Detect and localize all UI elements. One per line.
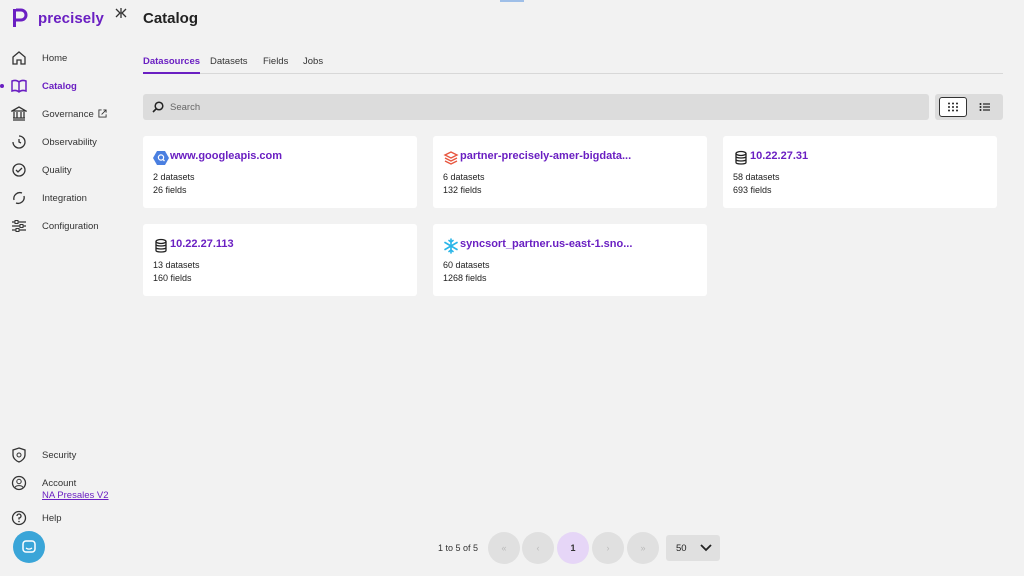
chat-icon <box>22 540 36 553</box>
double-chevron-left-icon: « <box>501 543 507 553</box>
datasource-card[interactable]: 10.22.27.31 58 datasets 693 fields <box>723 136 997 208</box>
next-page-button[interactable]: › <box>592 532 624 564</box>
sidebar-item-label: Security <box>42 449 77 461</box>
help-icon <box>11 510 27 526</box>
snowflake-icon <box>444 238 458 254</box>
bigquery-icon <box>153 151 169 165</box>
sidebar-item-integration[interactable]: Integration <box>0 187 132 209</box>
home-icon <box>12 51 26 65</box>
collapse-sidebar-button[interactable] <box>114 7 128 22</box>
datasource-card[interactable]: 10.22.27.113 13 datasets 160 fields <box>143 224 417 296</box>
book-icon <box>11 79 27 94</box>
sidebar-item-label: Help <box>42 512 62 524</box>
sidebar-item-label: Observability <box>42 136 97 148</box>
databricks-icon <box>443 151 459 165</box>
brand-name: precisely <box>38 9 104 27</box>
dataset-count: 60 datasets <box>443 260 490 270</box>
field-count: 132 fields <box>443 185 482 195</box>
sidebar-item-label: Quality <box>42 164 72 176</box>
collapse-icon <box>115 8 127 18</box>
check-circle-icon <box>12 163 26 177</box>
active-indicator <box>0 84 4 88</box>
tab-jobs[interactable]: Jobs <box>303 56 323 72</box>
bank-icon <box>11 106 27 121</box>
first-page-button[interactable]: « <box>488 532 520 564</box>
tab-datasources[interactable]: Datasources <box>143 56 201 74</box>
tab-fields[interactable]: Fields <box>263 56 288 72</box>
datasource-card[interactable]: partner-precisely-amer-bigdata... 6 data… <box>433 136 707 208</box>
page-size-select[interactable]: 50 <box>666 535 720 561</box>
sidebar-item-security[interactable]: Security <box>0 444 132 466</box>
search-bar <box>143 94 929 120</box>
view-toggle <box>935 94 1003 120</box>
chevron-down-icon <box>700 544 712 552</box>
account-org-link[interactable]: NA Presales V2 <box>42 490 109 501</box>
sidebar-item-label: Integration <box>42 192 87 204</box>
sidebar-item-observability[interactable]: Observability <box>0 131 132 153</box>
grid-icon <box>948 102 958 112</box>
field-count: 1268 fields <box>443 273 487 283</box>
sliders-icon <box>12 220 26 232</box>
external-link-icon <box>98 109 107 119</box>
shield-icon <box>12 447 26 463</box>
sidebar-item-label: Governance <box>42 109 107 120</box>
sidebar-item-quality[interactable]: Quality <box>0 159 132 181</box>
page-size-value: 50 <box>676 542 687 554</box>
top-indicator <box>500 0 524 2</box>
datasource-name[interactable]: 10.22.27.113 <box>170 238 234 250</box>
chat-launcher-button[interactable] <box>13 531 45 563</box>
double-chevron-right-icon: » <box>640 543 646 553</box>
tab-datasets[interactable]: Datasets <box>210 56 248 72</box>
dataset-count: 13 datasets <box>153 260 200 270</box>
datasource-name[interactable]: www.googleapis.com <box>170 150 282 162</box>
datasource-name[interactable]: syncsort_partner.us-east-1.sno... <box>460 238 632 250</box>
field-count: 693 fields <box>733 185 772 195</box>
dataset-count: 58 datasets <box>733 172 780 182</box>
page-number: 1 <box>570 543 576 553</box>
chevron-right-icon: › <box>606 543 610 553</box>
field-count: 160 fields <box>153 273 192 283</box>
sidebar-item-label: Configuration <box>42 220 99 232</box>
datasource-card[interactable]: www.googleapis.com 2 datasets 26 fields <box>143 136 417 208</box>
chevron-left-icon: ‹ <box>536 543 540 553</box>
previous-page-button[interactable]: ‹ <box>522 532 554 564</box>
datasource-name[interactable]: 10.22.27.31 <box>750 150 808 162</box>
observability-icon <box>12 135 26 149</box>
grid-view-button[interactable] <box>939 97 967 117</box>
field-count: 26 fields <box>153 185 187 195</box>
catalog-tabs: Datasources Datasets Fields Jobs <box>143 52 1003 74</box>
sidebar: precisely Home Catalog Governance Observ… <box>0 0 132 576</box>
sidebar-item-help[interactable]: Help <box>0 507 132 529</box>
last-page-button[interactable]: » <box>627 532 659 564</box>
user-icon <box>11 475 27 491</box>
datasource-card[interactable]: syncsort_partner.us-east-1.sno... 60 dat… <box>433 224 707 296</box>
list-view-button[interactable] <box>971 97 999 117</box>
search-icon <box>152 101 164 113</box>
sidebar-item-catalog[interactable]: Catalog <box>0 75 132 97</box>
precisely-logo-icon <box>13 8 28 27</box>
sidebar-item-configuration[interactable]: Configuration <box>0 215 132 237</box>
dataset-count: 6 datasets <box>443 172 485 182</box>
sidebar-item-home[interactable]: Home <box>0 47 132 69</box>
page-number-button[interactable]: 1 <box>557 532 589 564</box>
sidebar-item-label: Home <box>42 52 68 64</box>
dataset-count: 2 datasets <box>153 172 195 182</box>
database-icon <box>735 150 747 165</box>
sidebar-item-label: Account <box>42 477 77 489</box>
search-input[interactable] <box>170 101 870 113</box>
sync-icon <box>13 191 25 205</box>
sidebar-item-governance[interactable]: Governance <box>0 103 132 125</box>
brand-logo[interactable]: precisely <box>12 8 104 28</box>
pagination-info: 1 to 5 of 5 <box>438 543 479 553</box>
page-title: Catalog <box>143 10 199 27</box>
database-icon <box>155 238 167 253</box>
datasource-name[interactable]: partner-precisely-amer-bigdata... <box>460 150 631 162</box>
sidebar-item-label: Catalog <box>42 80 77 92</box>
list-icon <box>979 103 990 111</box>
